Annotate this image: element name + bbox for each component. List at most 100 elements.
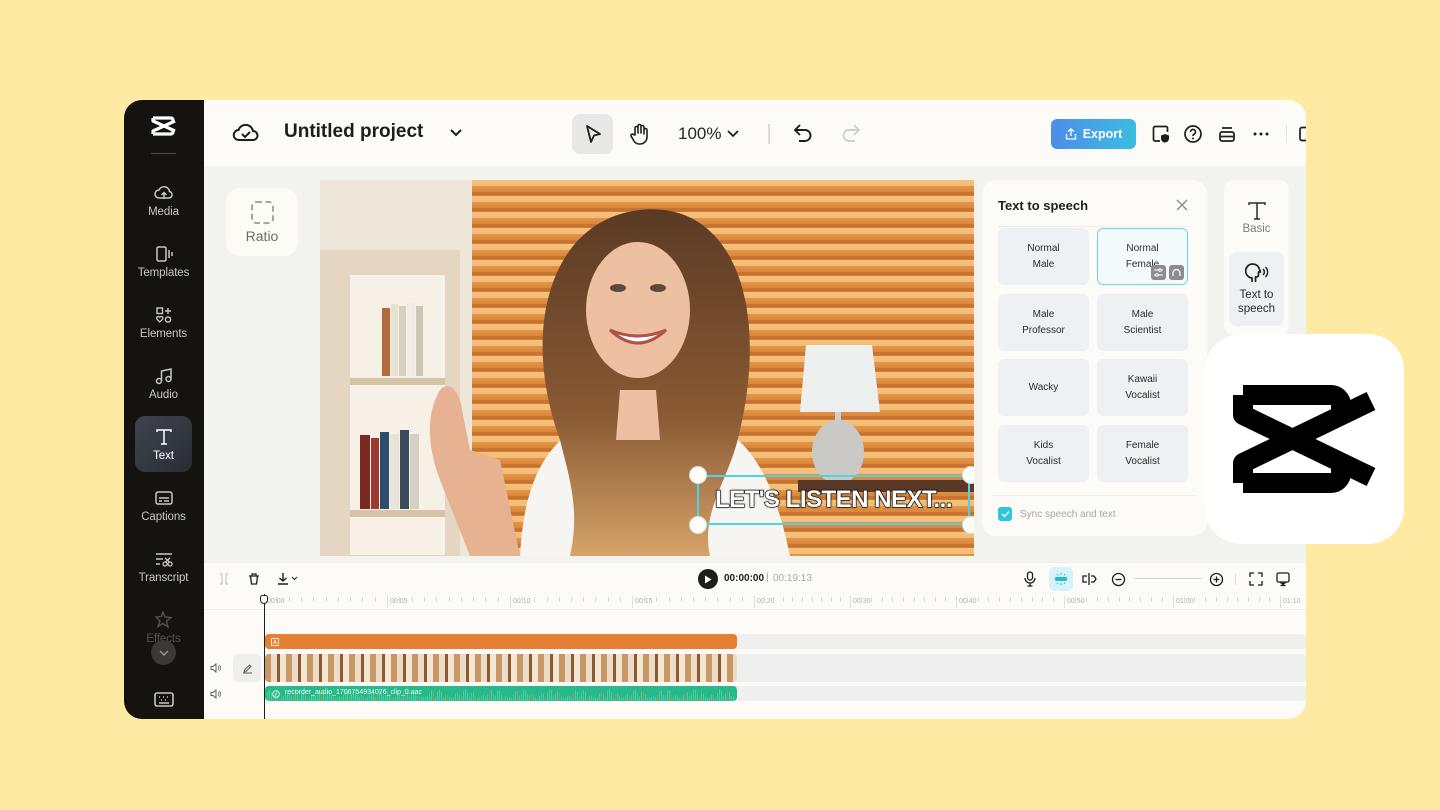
chevron-down-icon[interactable] [726, 128, 740, 140]
layers-button[interactable] [1216, 123, 1238, 145]
waveform-bar [367, 697, 368, 701]
select-pointer-icon [585, 125, 601, 143]
voice-option-male-scientist[interactable]: Male Scientist [1097, 294, 1188, 351]
record-voice-button[interactable] [1022, 571, 1038, 587]
rail-item-basic[interactable]: Basic [1229, 188, 1284, 248]
more-options-button[interactable] [1250, 123, 1272, 145]
waveform-bar [669, 690, 670, 701]
split-view-button[interactable] [1081, 571, 1097, 587]
split-button[interactable] [216, 571, 232, 587]
video-canvas[interactable]: LET'S LISTEN NEXT... [320, 180, 974, 556]
ruler-minor-tick [411, 597, 413, 602]
sync-label: Sync speech and text [1020, 508, 1116, 520]
capcut-logo[interactable] [150, 114, 178, 138]
sync-checkbox[interactable] [998, 507, 1012, 521]
video-clip[interactable] [265, 654, 737, 682]
undo-icon[interactable] [792, 122, 814, 144]
ruler-minor-tick [362, 597, 364, 602]
waveform-bar [683, 695, 684, 701]
voice-option-wacky[interactable]: Wacky [998, 359, 1089, 416]
text-icon [1247, 202, 1266, 220]
hand-tool-button[interactable] [622, 114, 658, 154]
playhead[interactable] [264, 594, 265, 719]
voice-label: Kids Vocalist [1026, 439, 1061, 467]
sidebar-item-templates[interactable]: Templates [135, 233, 192, 289]
timeline-area[interactable]: 00:0000:0500:1000:1500:2000:3000:4000:50… [204, 594, 1306, 719]
audio-clip[interactable]: recorder_audio_1706754934076_clip_0.aac [265, 686, 737, 701]
sidebar-item-media[interactable]: Media [135, 172, 192, 228]
voice-preview-button[interactable] [1169, 265, 1184, 280]
waveform-bar [337, 697, 338, 701]
auto-snap-button[interactable] [1049, 567, 1073, 591]
resize-handle-bottom-left[interactable] [689, 516, 707, 534]
chevron-down-icon[interactable] [448, 124, 464, 140]
rail-item-text-to-speech[interactable]: Text to speech [1229, 252, 1284, 326]
project-title[interactable]: Untitled project [284, 121, 423, 143]
panel-layout-button[interactable] [1296, 123, 1306, 145]
edit-cover-button[interactable] [233, 654, 261, 682]
voice-option-male-professor[interactable]: Male Professor [998, 294, 1089, 351]
sidebar-item-text[interactable]: Text [135, 416, 192, 472]
help-button[interactable] [1182, 123, 1204, 145]
volume-icon[interactable] [210, 662, 222, 674]
sidebar-item-captions[interactable]: Captions [135, 477, 192, 533]
text-clip[interactable] [265, 634, 737, 649]
resize-handle-top-right[interactable] [962, 466, 974, 484]
timeline-zoom-slider[interactable] [1134, 578, 1202, 579]
waveform-bar [517, 691, 518, 701]
close-icon[interactable] [1175, 198, 1189, 212]
voice-option-normal-male[interactable]: Normal Male [998, 228, 1089, 285]
sidebar-item-audio[interactable]: Audio [135, 355, 192, 411]
waveform-bar [619, 695, 620, 701]
shield-page-button[interactable] [1150, 123, 1172, 145]
resize-handle-top-left[interactable] [689, 466, 707, 484]
voice-option-kawaii-vocalist[interactable]: Kawaii Vocalist [1097, 359, 1188, 416]
voice-option-kids-vocalist[interactable]: Kids Vocalist [998, 425, 1089, 482]
capcut-logo-badge [1205, 334, 1404, 544]
waveform-bar [419, 696, 420, 701]
fullscreen-button[interactable] [1248, 571, 1264, 587]
zoom-in-button[interactable] [1208, 571, 1224, 587]
volume-icon[interactable] [210, 688, 222, 700]
sidebar-item-transcript[interactable]: Transcript [135, 538, 192, 594]
keyboard-icon[interactable] [153, 690, 175, 710]
voice-option-normal-female[interactable]: Normal Female [1097, 228, 1188, 285]
waveform-bar [635, 689, 636, 701]
resize-handle-bottom-right[interactable] [962, 516, 974, 534]
voice-settings-button[interactable] [1151, 265, 1166, 280]
waveform-bar [417, 696, 418, 701]
waveform-bar [475, 695, 476, 701]
caption-text[interactable]: LET'S LISTEN NEXT... [714, 485, 953, 514]
waveform-bar [705, 696, 706, 701]
play-icon [705, 575, 712, 583]
cloud-saved-icon[interactable] [232, 120, 260, 144]
ruler-minor-tick [522, 597, 524, 602]
export-button[interactable]: Export [1051, 119, 1136, 149]
ruler-minor-tick [871, 597, 873, 602]
sidebar-more-button[interactable] [151, 640, 176, 665]
waveform-bar [455, 694, 456, 701]
play-button[interactable] [698, 569, 718, 589]
time-ruler[interactable]: 00:0000:0500:1000:1500:2000:3000:4000:50… [204, 594, 1306, 610]
select-tool-button[interactable] [572, 114, 613, 154]
voice-option-female-vocalist[interactable]: Female Vocalist [1097, 425, 1188, 482]
playhead-handle[interactable] [260, 595, 268, 604]
download-dropdown-button[interactable] [276, 571, 302, 587]
redo-icon[interactable] [840, 122, 862, 144]
waveform-bar [365, 697, 366, 701]
waveform-bar [589, 695, 590, 701]
zoom-level[interactable]: 100% [678, 124, 721, 144]
waveform-bar [395, 696, 396, 701]
delete-button[interactable] [246, 571, 262, 587]
zoom-out-button[interactable] [1110, 571, 1126, 587]
preview-mode-button[interactable] [1275, 571, 1291, 587]
waveform-bar [677, 695, 678, 701]
waveform-bar [315, 695, 316, 701]
waveform-bar [639, 696, 640, 701]
sidebar-item-elements[interactable]: Elements [135, 294, 192, 350]
waveform-bar [325, 696, 326, 701]
caption-selection-box[interactable]: LET'S LISTEN NEXT... [697, 475, 970, 525]
waveform-bar [657, 695, 658, 701]
ratio-button[interactable]: Ratio [226, 188, 298, 256]
ruler-minor-tick [1237, 597, 1239, 602]
